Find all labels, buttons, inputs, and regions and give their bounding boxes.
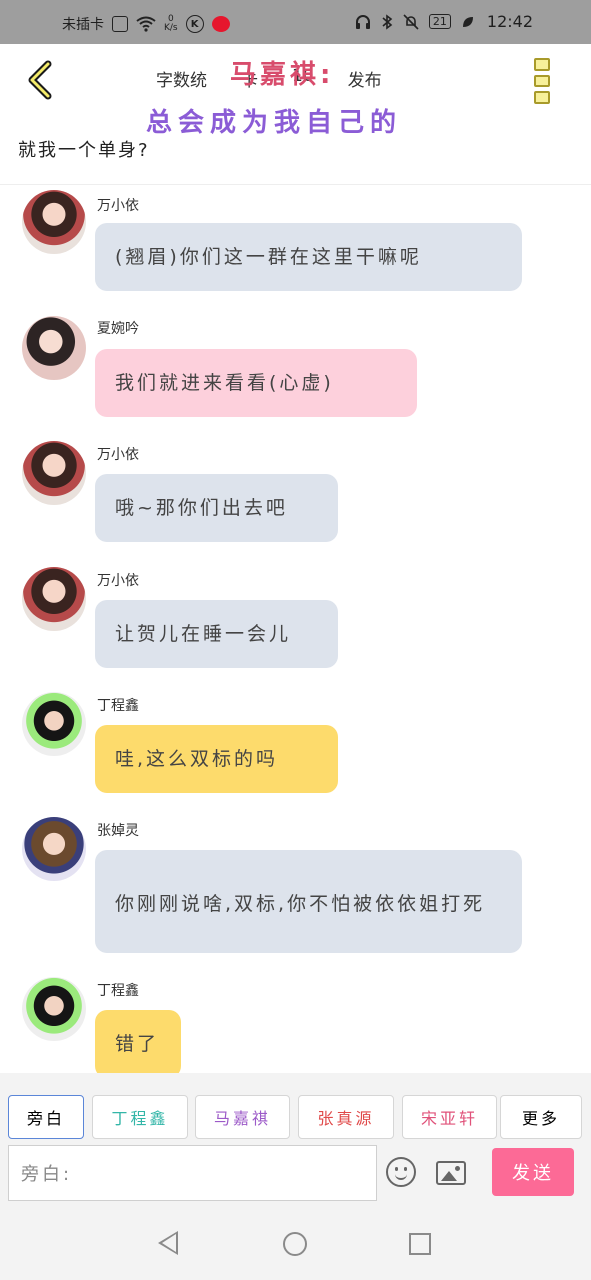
message-input[interactable]: 旁白: bbox=[8, 1145, 377, 1201]
title-part-4: 发布 bbox=[347, 71, 382, 91]
speaker-button-3[interactable]: 张真源 bbox=[298, 1095, 394, 1139]
sender-name: 夏婉吟 bbox=[97, 321, 139, 337]
message-bubble[interactable]: 我们就进来看看(心虚) bbox=[95, 349, 417, 417]
nav-home-icon[interactable] bbox=[283, 1232, 307, 1256]
battery-level: 21 bbox=[432, 15, 447, 28]
header-subline: 就我一个单身? bbox=[18, 140, 150, 161]
nav-recent-icon[interactable] bbox=[409, 1233, 431, 1255]
back-chevron-icon[interactable] bbox=[22, 60, 62, 100]
clock: 12:42 bbox=[486, 12, 533, 31]
sim-icon bbox=[112, 16, 128, 32]
emoji-icon[interactable] bbox=[386, 1157, 416, 1187]
sender-name: 丁程鑫 bbox=[97, 698, 139, 714]
sender-name: 万小依 bbox=[97, 573, 139, 589]
message-bubble[interactable]: 你刚刚说啥,双标,你不怕被依依姐打死 bbox=[95, 850, 522, 953]
image-icon[interactable] bbox=[436, 1161, 466, 1185]
avatar[interactable] bbox=[22, 316, 86, 380]
k-app-icon: K bbox=[185, 15, 204, 33]
wifi-icon bbox=[136, 16, 156, 32]
nav-back-icon[interactable] bbox=[158, 1231, 178, 1255]
avatar[interactable] bbox=[22, 441, 86, 505]
title-part-1: 字数统 bbox=[156, 71, 207, 91]
overlay-quote-text: 总会成为我自己的 bbox=[146, 108, 403, 138]
avatar[interactable] bbox=[22, 692, 86, 756]
message-bubble[interactable]: (翘眉)你们这一群在这里干嘛呢 bbox=[95, 223, 522, 291]
avatar[interactable] bbox=[22, 817, 86, 881]
more-speakers-button[interactable]: 更多 bbox=[500, 1095, 582, 1139]
message-bubble[interactable]: 错了 bbox=[95, 1010, 181, 1073]
chat-header: 字数统 卡 10 发布 马嘉祺: 总会成为我自己的 就我一个单身? bbox=[0, 44, 591, 185]
net-speed-unit: K/s bbox=[164, 23, 178, 33]
bluetooth-icon bbox=[382, 13, 393, 30]
speaker-button-narrator[interactable]: 旁白 bbox=[8, 1095, 84, 1139]
net-speed: 0 K/s bbox=[164, 15, 178, 33]
headphones-icon bbox=[355, 14, 370, 29]
battery-icon: 21 bbox=[428, 14, 451, 29]
send-button[interactable]: 发送 bbox=[492, 1148, 574, 1196]
speaker-button-4[interactable]: 宋亚轩 bbox=[402, 1095, 497, 1139]
chat-list[interactable]: 万小依 (翘眉)你们这一群在这里干嘛呢 夏婉吟 我们就进来看看(心虚) 万小依 … bbox=[0, 185, 591, 1073]
sender-name: 丁程鑫 bbox=[97, 983, 139, 999]
overlay-speaker-text: 马嘉祺: bbox=[230, 60, 335, 90]
carrier-label: 未插卡 bbox=[62, 17, 104, 33]
message-bubble[interactable]: 哇,这么双标的吗 bbox=[95, 725, 338, 793]
sender-name: 万小依 bbox=[97, 198, 139, 214]
system-nav-bar bbox=[0, 1205, 591, 1280]
avatar[interactable] bbox=[22, 190, 86, 254]
speaker-button-1[interactable]: 丁程鑫 bbox=[92, 1095, 188, 1139]
avatar[interactable] bbox=[22, 977, 86, 1041]
message-bubble[interactable]: 哦~那你们出去吧 bbox=[95, 474, 338, 542]
sender-name: 张婥灵 bbox=[97, 823, 139, 839]
sender-name: 万小依 bbox=[97, 447, 139, 463]
weibo-icon bbox=[211, 16, 230, 32]
speaker-quick-select: 旁白 丁程鑫 马嘉祺 张真源 宋亚轩 更多 bbox=[0, 1073, 591, 1145]
avatar[interactable] bbox=[22, 567, 86, 631]
input-bar: 旁白: 发送 bbox=[0, 1145, 591, 1205]
leaf-icon bbox=[462, 16, 473, 27]
message-bubble[interactable]: 让贺儿在睡一会儿 bbox=[95, 600, 338, 668]
speaker-button-2[interactable]: 马嘉祺 bbox=[195, 1095, 290, 1139]
menu-icon[interactable] bbox=[534, 58, 550, 105]
status-bar: 未插卡 0 K/s K 21 12:42 bbox=[0, 0, 591, 44]
mute-bell-icon bbox=[403, 13, 419, 30]
